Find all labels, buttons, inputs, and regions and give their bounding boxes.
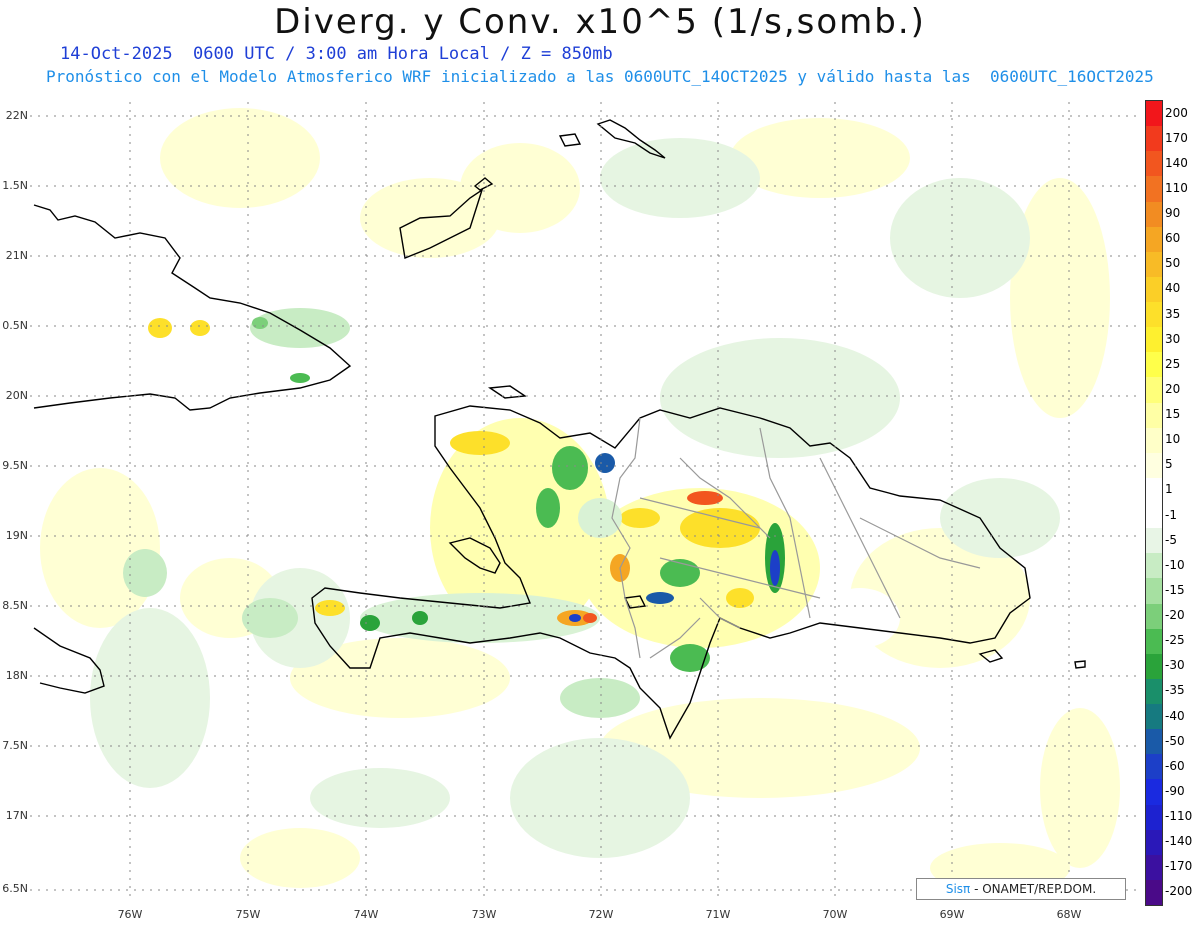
colorbar-swatch	[1146, 377, 1162, 403]
colorbar-label: -5	[1165, 532, 1177, 547]
colorbar-label: 140	[1165, 155, 1188, 170]
colorbar-swatch	[1146, 704, 1162, 730]
lat-label: 20N	[5, 389, 28, 402]
colorbar-label: 5	[1165, 457, 1173, 472]
divergence-map	[30, 102, 1138, 902]
colorbar-swatch	[1146, 653, 1162, 679]
lat-label: 7.5N	[2, 739, 28, 752]
colorbar-label: 40	[1165, 281, 1181, 296]
colorbar-swatch	[1146, 678, 1162, 704]
colorbar-swatch	[1146, 452, 1162, 478]
lon-label: 75W	[235, 908, 261, 921]
lat-label: 6.5N	[2, 882, 28, 895]
lon-label: 76W	[117, 908, 143, 921]
colorbar-swatch	[1146, 126, 1162, 152]
lat-label: 22N	[5, 109, 28, 122]
colorbar	[1145, 100, 1163, 906]
lat-label: 9.5N	[2, 459, 28, 472]
colorbar-label: -20	[1165, 608, 1185, 623]
colorbar-swatch	[1146, 879, 1162, 905]
colorbar-swatch	[1146, 327, 1162, 353]
colorbar-label: 90	[1165, 206, 1181, 221]
lon-label: 70W	[822, 908, 848, 921]
lon-label: 74W	[353, 908, 379, 921]
colorbar-label: -15	[1165, 582, 1185, 597]
colorbar-swatch	[1146, 477, 1162, 503]
lat-label: 18N	[5, 669, 28, 682]
colorbar-label: -140	[1165, 834, 1193, 849]
colorbar-label: 10	[1165, 432, 1181, 447]
lon-label: 73W	[471, 908, 497, 921]
colorbar-label: -35	[1165, 683, 1185, 698]
credit-org: - ONAMET/REP.DOM.	[970, 882, 1097, 896]
colorbar-swatch	[1146, 276, 1162, 302]
colorbar-swatch	[1146, 251, 1162, 277]
colorbar-label: 170	[1165, 130, 1188, 145]
colorbar-label: -25	[1165, 633, 1185, 648]
colorbar-label: -90	[1165, 783, 1185, 798]
colorbar-label: -30	[1165, 658, 1185, 673]
colorbar-swatch	[1146, 754, 1162, 780]
colorbar-swatch	[1146, 553, 1162, 579]
colorbar-label: 20	[1165, 381, 1181, 396]
lon-label: 72W	[588, 908, 614, 921]
colorbar-swatch	[1146, 603, 1162, 629]
colorbar-swatch	[1146, 729, 1162, 755]
lon-label: 71W	[705, 908, 731, 921]
colorbar-label: 1	[1165, 482, 1173, 497]
colorbar-swatch	[1146, 302, 1162, 328]
colorbar-label: 110	[1165, 180, 1188, 195]
colorbar-swatch	[1146, 201, 1162, 227]
colorbar-label: -170	[1165, 859, 1193, 874]
map-title: Diverg. y Conv. x10^5 (1/s,somb.)	[274, 2, 926, 42]
colorbar-swatch	[1146, 151, 1162, 177]
colorbar-label: 15	[1165, 407, 1181, 422]
colorbar-swatch	[1146, 352, 1162, 378]
colorbar-label: 30	[1165, 331, 1181, 346]
colorbar-swatch	[1146, 101, 1162, 127]
colorbar-label: -1	[1165, 507, 1177, 522]
colorbar-swatch	[1146, 854, 1162, 880]
colorbar-swatch	[1146, 779, 1162, 805]
colorbar-swatch	[1146, 176, 1162, 202]
colorbar-label: -10	[1165, 557, 1185, 572]
colorbar-swatch	[1146, 503, 1162, 529]
lon-label: 68W	[1056, 908, 1082, 921]
colorbar-swatch	[1146, 804, 1162, 830]
lat-label: 21N	[5, 249, 28, 262]
valid-time-subtitle: 14-Oct-2025 0600 UTC / 3:00 am Hora Loca…	[60, 44, 613, 64]
colorbar-label: 50	[1165, 256, 1181, 271]
colorbar-label: 60	[1165, 231, 1181, 246]
lat-label: 19N	[5, 529, 28, 542]
lat-label: 1.5N	[2, 179, 28, 192]
lat-label: 0.5N	[2, 319, 28, 332]
colorbar-swatch	[1146, 528, 1162, 554]
colorbar-swatch	[1146, 402, 1162, 428]
colorbar-label: -50	[1165, 733, 1185, 748]
sispi-logo-text: Sisπ	[945, 882, 971, 896]
colorbar-swatch	[1146, 578, 1162, 604]
lon-label: 69W	[939, 908, 965, 921]
colorbar-label: -40	[1165, 708, 1185, 723]
colorbar-label: -60	[1165, 758, 1185, 773]
model-run-subtitle: Pronóstico con el Modelo Atmosferico WRF…	[46, 67, 1154, 86]
colorbar-swatch	[1146, 829, 1162, 855]
lat-label: 17N	[5, 809, 28, 822]
colorbar-label: -200	[1165, 884, 1193, 899]
colorbar-swatch	[1146, 427, 1162, 453]
credit-box: Sisπ - ONAMET/REP.DOM.	[916, 878, 1126, 900]
colorbar-label: 200	[1165, 105, 1188, 120]
lat-label: 8.5N	[2, 599, 28, 612]
colorbar-label: 25	[1165, 356, 1181, 371]
colorbar-label: 35	[1165, 306, 1181, 321]
colorbar-label: -110	[1165, 809, 1193, 824]
colorbar-swatch	[1146, 226, 1162, 252]
colorbar-swatch	[1146, 628, 1162, 654]
